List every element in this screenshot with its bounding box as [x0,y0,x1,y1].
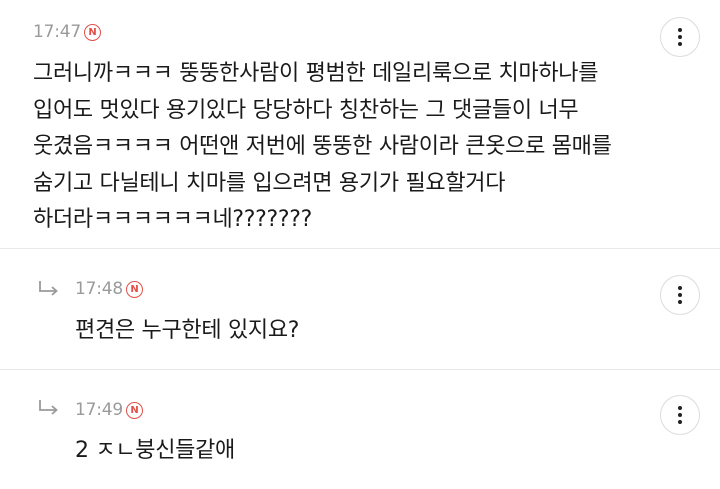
comment-body: 2 ㅈㄴ붕신들같애 [75,433,235,470]
comment-line: 입어도 멋있다 용기있다 당당하다 칭찬하는 그 댓글들이 너무 [33,97,579,123]
more-options-button[interactable] [660,275,700,315]
comment-line: 편견은 누구한테 있지요? [75,318,300,343]
reply-comment: 17:48 N 편견은 누구한테 있지요? [0,249,720,370]
comment-meta: 17:49 N [75,400,143,420]
reply-comment: 17:49 N 2 ㅈㄴ붕신들같애 [0,370,720,489]
new-badge: N [84,23,101,41]
comment-line: 숨기고 다닐테니 치마를 입으려면 용기가 필요할거다 [33,170,506,196]
comment-list: 17:47 N 그러니까ㅋㅋㅋ 뚱뚱한사람이 평범한 데일리룩으로 치마하나를 … [0,0,720,489]
reply-arrow-icon [39,400,58,415]
comment-line: 그러니까ㅋㅋㅋ 뚱뚱한사람이 평범한 데일리룩으로 치마하나를 [33,61,599,86]
more-options-button[interactable] [660,395,700,435]
comment-body: 편견은 누구한테 있지요? [75,313,299,350]
comment: 17:47 N 그러니까ㅋㅋㅋ 뚱뚱한사람이 평범한 데일리룩으로 치마하나를 … [0,0,720,249]
comment-time: 17:49 [75,400,123,420]
more-vertical-icon-dot [678,42,682,46]
more-options-button[interactable] [660,17,700,57]
comment-line: 웃겼음ㅋㅋㅋㅋ 어떤앤 저번에 뚱뚱한 사람이라 큰옷으로 몸매를 [33,134,612,159]
more-vertical-icon-dot [678,293,682,297]
more-vertical-icon [678,406,682,410]
comment-time: 17:47 [33,22,81,42]
more-vertical-icon-dot [678,420,682,424]
more-vertical-icon-dot [678,413,682,417]
comment-time: 17:48 [75,279,123,299]
more-vertical-icon-dot [678,35,682,39]
more-vertical-icon [678,286,682,290]
reply-arrow-icon [39,281,58,296]
more-vertical-icon-dot [678,300,682,304]
comment-line: 하더라ㅋㅋㅋㅋㅋㅋ네??????? [33,207,313,232]
comment-meta: 17:48 N [75,279,143,299]
comment-body: 그러니까ㅋㅋㅋ 뚱뚱한사람이 평범한 데일리룩으로 치마하나를 입어도 멋있다 … [33,56,612,239]
new-badge: N [126,401,143,419]
comment-meta: 17:47 N [33,22,101,42]
more-vertical-icon [678,28,682,32]
comment-line: 2 ㅈㄴ붕신들같애 [75,438,235,463]
new-badge: N [126,280,143,298]
